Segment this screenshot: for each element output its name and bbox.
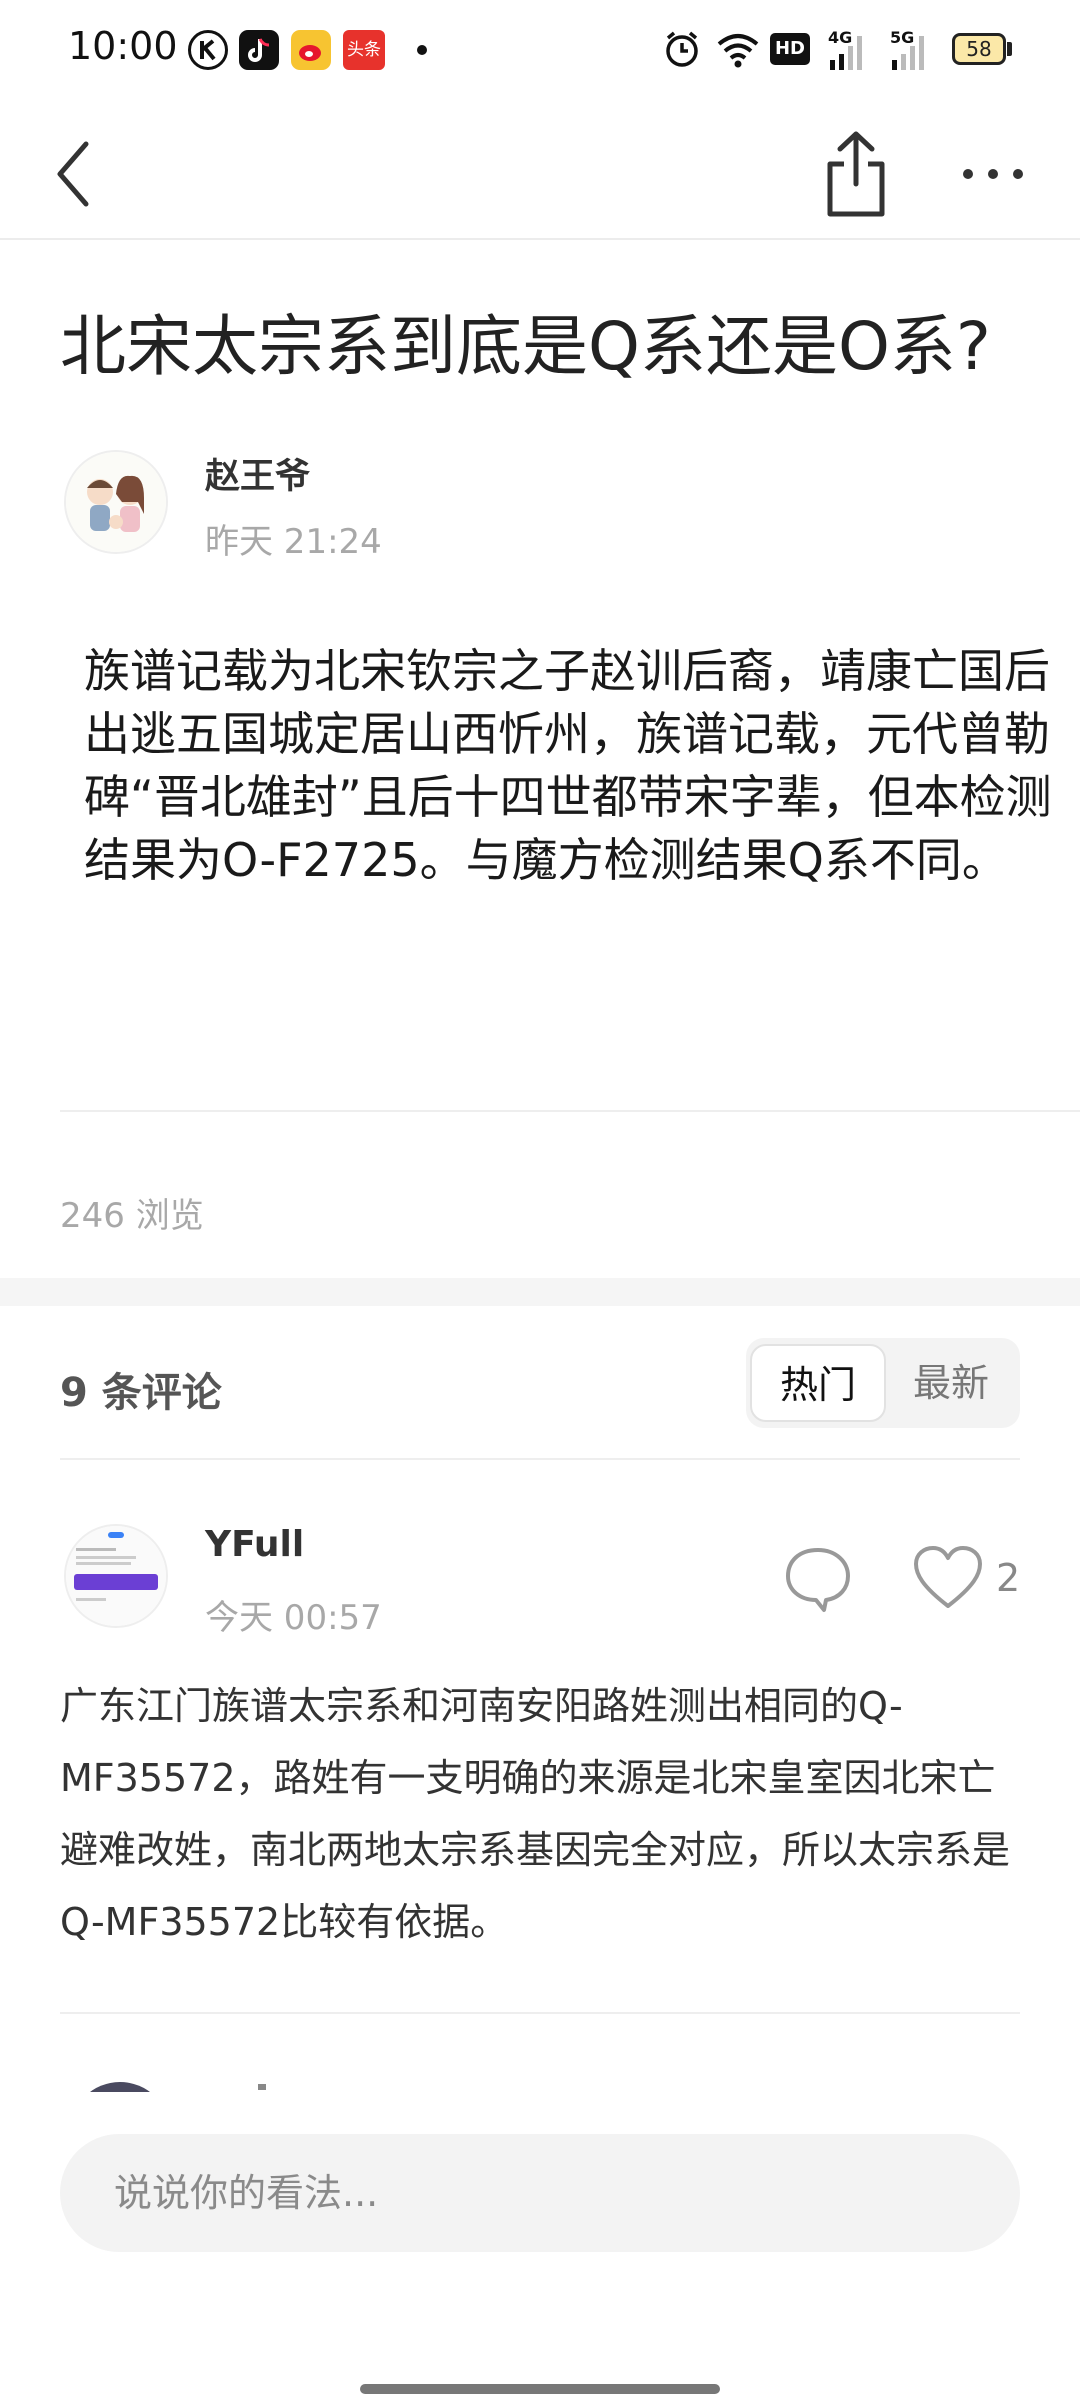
signal-bars-icon [830, 36, 862, 70]
commenter-name-fragment [258, 2084, 266, 2090]
section-separator [0, 1278, 1080, 1306]
battery-icon: 58 [952, 33, 1006, 65]
signal-bars-icon [892, 36, 924, 70]
screenshot-thumbnail-image [66, 1526, 166, 1626]
signal-5g: 5G [888, 28, 948, 72]
chevron-left-icon [57, 141, 89, 207]
comment-input[interactable] [60, 2134, 1020, 2252]
top-nav-bar [0, 110, 1080, 240]
author-name[interactable]: 赵王爷 [205, 448, 310, 499]
more-button[interactable] [958, 144, 1028, 204]
k-app-icon [188, 30, 228, 70]
more-icon [963, 169, 1023, 179]
sort-latest-tab[interactable]: 最新 [886, 1344, 1016, 1422]
divider [60, 1110, 1080, 1112]
commenter-avatar[interactable] [64, 1524, 168, 1628]
notification-dot [417, 45, 427, 55]
comment-count: 9 条评论 [60, 1370, 222, 1416]
like-button[interactable] [912, 1544, 984, 1612]
wifi-icon [716, 32, 760, 72]
like-count: 2 [996, 1556, 1021, 1600]
status-bar: 10:00 头条 HD 4G 5G 58 [0, 0, 1080, 100]
weibo-icon [291, 30, 331, 70]
comment-bubble-icon [786, 1548, 850, 1612]
tiktok-icon [239, 30, 279, 70]
share-button[interactable] [816, 124, 896, 224]
view-count: 246 浏览 [60, 1196, 204, 1236]
post-time: 昨天 21:24 [205, 522, 382, 562]
hd-badge: HD [770, 33, 810, 65]
reply-button[interactable] [780, 1540, 856, 1616]
comment-sort-toggle: 热门 最新 [746, 1338, 1020, 1428]
comment-body: 广东江门族谱太宗系和河南安阳路姓测出相同的Q-MF35572，路姓有一支明确的来… [60, 1684, 1011, 1944]
battery-tip [1007, 42, 1012, 56]
heart-icon [914, 1546, 982, 1608]
comment-time: 今天 00:57 [205, 1598, 382, 1638]
toutiao-icon: 头条 [343, 30, 385, 70]
sort-hot-tab[interactable]: 热门 [750, 1344, 886, 1422]
status-time: 10:00 [68, 24, 178, 68]
post-body: 族谱记载为北宋钦宗之子赵训后裔，靖康亡国后出逃五国城定居山西忻州，族谱记载，元代… [84, 644, 1052, 887]
divider [60, 1458, 1020, 1460]
back-button[interactable] [46, 134, 106, 214]
home-indicator[interactable] [360, 2384, 720, 2394]
author-avatar[interactable] [64, 450, 168, 554]
commenter-name[interactable]: YFull [205, 1524, 304, 1565]
divider [60, 2012, 1020, 2014]
alarm-icon [662, 28, 702, 74]
signal-4g: 4G [826, 28, 886, 72]
share-icon [827, 131, 885, 217]
cartoon-couple-image [66, 452, 166, 552]
post-title: 北宋太宗系到底是Q系还是O系? [60, 308, 991, 385]
